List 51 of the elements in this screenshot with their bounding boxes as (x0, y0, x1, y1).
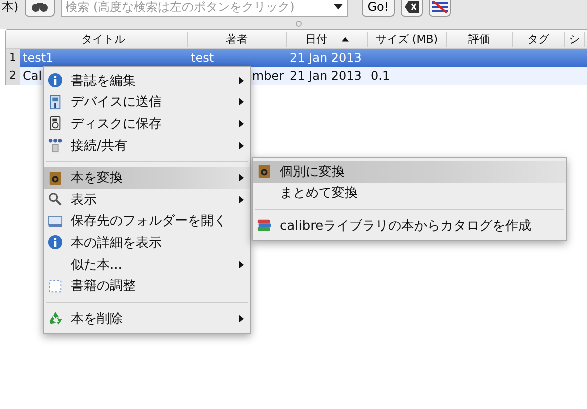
library-label: 本) (2, 0, 19, 16)
backspace-icon (405, 1, 420, 13)
device-icon (48, 94, 63, 110)
menu-item[interactable]: まとめて変換 (253, 182, 566, 204)
binoculars-icon (32, 1, 48, 13)
menu-item[interactable]: calibreライブラリの本からカタログを作成 (253, 215, 566, 237)
column-header[interactable]: 評価 (447, 32, 513, 46)
search-field[interactable]: 検索 (高度な検索は左のボタンをクリック) (60, 0, 348, 17)
menu-item[interactable]: 書籍の調整 (44, 275, 250, 297)
column-header[interactable]: 著者 (188, 32, 287, 46)
column-header[interactable]: シ (565, 32, 585, 46)
table-cell: mber (252, 69, 284, 83)
menu-item[interactable]: 本の詳細を表示 (44, 232, 250, 254)
table-cell: test (191, 51, 214, 65)
menu-item[interactable]: 本を変換 (44, 167, 250, 189)
search-icon (48, 192, 63, 208)
menu-item[interactable]: デバイスに送信 (44, 92, 250, 114)
network-icon (48, 138, 63, 154)
book-convert-icon (257, 164, 272, 180)
table-cell: 21 Jan 2013 (290, 51, 362, 65)
row-number: 2 (6, 67, 20, 85)
table-row[interactable]: 1 test1 test 21 Jan 2013 (6, 49, 587, 67)
recycle-icon (48, 311, 63, 326)
drive-icon (48, 214, 63, 229)
column-header[interactable]: タイトル (20, 32, 188, 46)
column-header[interactable]: サイズ (MB) (368, 32, 447, 46)
saved-search-button[interactable] (429, 0, 452, 17)
dropdown-icon (334, 4, 343, 10)
column-header[interactable]: 日付 (287, 32, 368, 46)
info-icon (48, 73, 63, 88)
table-cell: 0.1 (371, 69, 390, 83)
book-convert-icon (48, 170, 63, 186)
menu-item[interactable]: 接続/共有 (44, 134, 250, 156)
table-cell: 21 Jan 2013 (290, 69, 362, 83)
menu-item[interactable]: ディスクに保存 (44, 113, 250, 135)
frame-icon (48, 278, 63, 294)
info-icon (48, 235, 63, 250)
row-number: 1 (6, 49, 20, 67)
menu-item[interactable]: 保存先のフォルダーを開く (44, 210, 250, 232)
table-cell: Cal (23, 69, 42, 83)
go-button[interactable]: Go! (362, 0, 396, 17)
clear-button[interactable] (401, 0, 424, 17)
menu-item[interactable]: 個別に変換 (253, 161, 566, 183)
column-header[interactable]: タグ (513, 32, 565, 46)
list-cross-icon (432, 1, 448, 13)
advanced-search-button[interactable] (24, 0, 55, 17)
menu-item[interactable]: 似た本... (44, 254, 250, 276)
books-icon (257, 218, 272, 234)
table-cell: test1 (23, 51, 54, 65)
menu-item[interactable]: 表示 (44, 188, 250, 211)
menu-item[interactable]: 本を削除 (44, 308, 250, 330)
